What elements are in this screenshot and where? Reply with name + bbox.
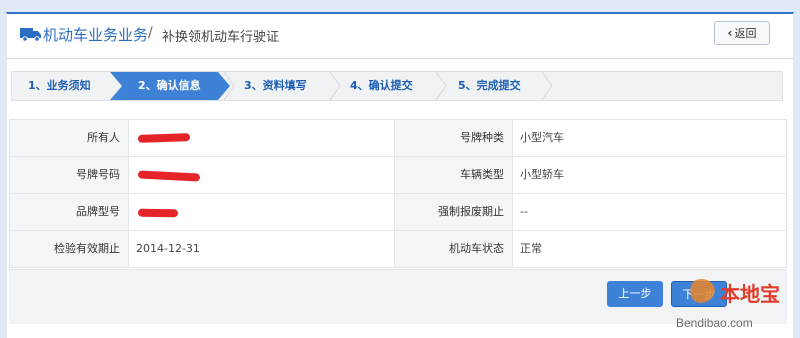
page-title: 机动车业务业务 <box>43 26 149 44</box>
step-progress-bar: 1、业务须知 2、确认信息 3、资料填写 4、确认提交 5、完成提交 <box>11 71 783 101</box>
column-divider <box>394 120 395 268</box>
table-row: 所有人 号牌种类 小型汽车 <box>10 120 786 157</box>
watermark-site: Bendibao.com <box>676 316 753 330</box>
step-separator-icon <box>542 72 553 100</box>
label-vehicle-type: 车辆类型 <box>394 157 512 193</box>
back-button-label: 返回 <box>734 27 757 40</box>
column-divider <box>512 120 513 268</box>
value-inspection-expiry: 2014-12-31 <box>136 242 200 255</box>
redaction-mark <box>137 208 179 218</box>
table-row: 品牌型号 强制报废期止 -- <box>10 194 786 231</box>
truck-icon <box>20 28 41 42</box>
label-brand-model: 品牌型号 <box>10 194 128 230</box>
previous-step-button[interactable]: 上一步 <box>607 281 663 307</box>
watermark-logo: 本地宝 <box>690 278 780 306</box>
step-separator-icon <box>436 72 447 100</box>
label-inspection-expiry: 检验有效期止 <box>10 231 128 267</box>
label-vehicle-status: 机动车状态 <box>394 231 512 267</box>
value-plate-type: 小型汽车 <box>520 131 564 144</box>
chevron-left-icon: ‹ <box>727 26 733 40</box>
breadcrumb-separator: / <box>148 25 153 41</box>
redaction-mark <box>137 133 191 143</box>
back-button[interactable]: ‹ 返回 <box>714 21 770 45</box>
label-owner: 所有人 <box>10 120 128 156</box>
value-brand-model <box>128 194 394 230</box>
page-header: 机动车业务业务 / 补换领机动车行驶证 ‹ 返回 <box>7 14 793 59</box>
main-panel: 机动车业务业务 / 补换领机动车行驶证 ‹ 返回 1、业务须知 2、确认信息 3… <box>6 12 794 338</box>
value-vehicle-type: 小型轿车 <box>520 168 564 181</box>
column-divider <box>128 120 129 268</box>
step-separator-icon <box>330 72 341 100</box>
label-scrap-deadline: 强制报废期止 <box>394 194 512 230</box>
redaction-mark <box>137 170 201 182</box>
step-2-active: 2、确认信息 <box>138 79 201 92</box>
step-5: 5、完成提交 <box>458 79 521 92</box>
value-owner <box>128 120 394 156</box>
svg-text:本地宝: 本地宝 <box>720 282 780 306</box>
value-vehicle-status: 正常 <box>520 242 542 255</box>
step-4: 4、确认提交 <box>350 79 413 92</box>
vehicle-info-table: 所有人 号牌种类 小型汽车 号牌号码 车辆类型 小型轿车 品牌型号 强制报废期止 <box>9 119 787 268</box>
step-separator-icon <box>224 72 235 100</box>
table-row: 号牌号码 车辆类型 小型轿车 <box>10 157 786 194</box>
breadcrumb-current: 补换领机动车行驶证 <box>162 30 280 45</box>
value-scrap-deadline: -- <box>520 205 528 218</box>
table-row: 检验有效期止 2014-12-31 机动车状态 正常 <box>10 231 786 268</box>
label-plate-type: 号牌种类 <box>394 120 512 156</box>
value-plate-number <box>128 157 394 193</box>
label-plate-number: 号牌号码 <box>10 157 128 193</box>
step-1: 1、业务须知 <box>28 79 91 92</box>
step-3: 3、资料填写 <box>244 79 307 92</box>
